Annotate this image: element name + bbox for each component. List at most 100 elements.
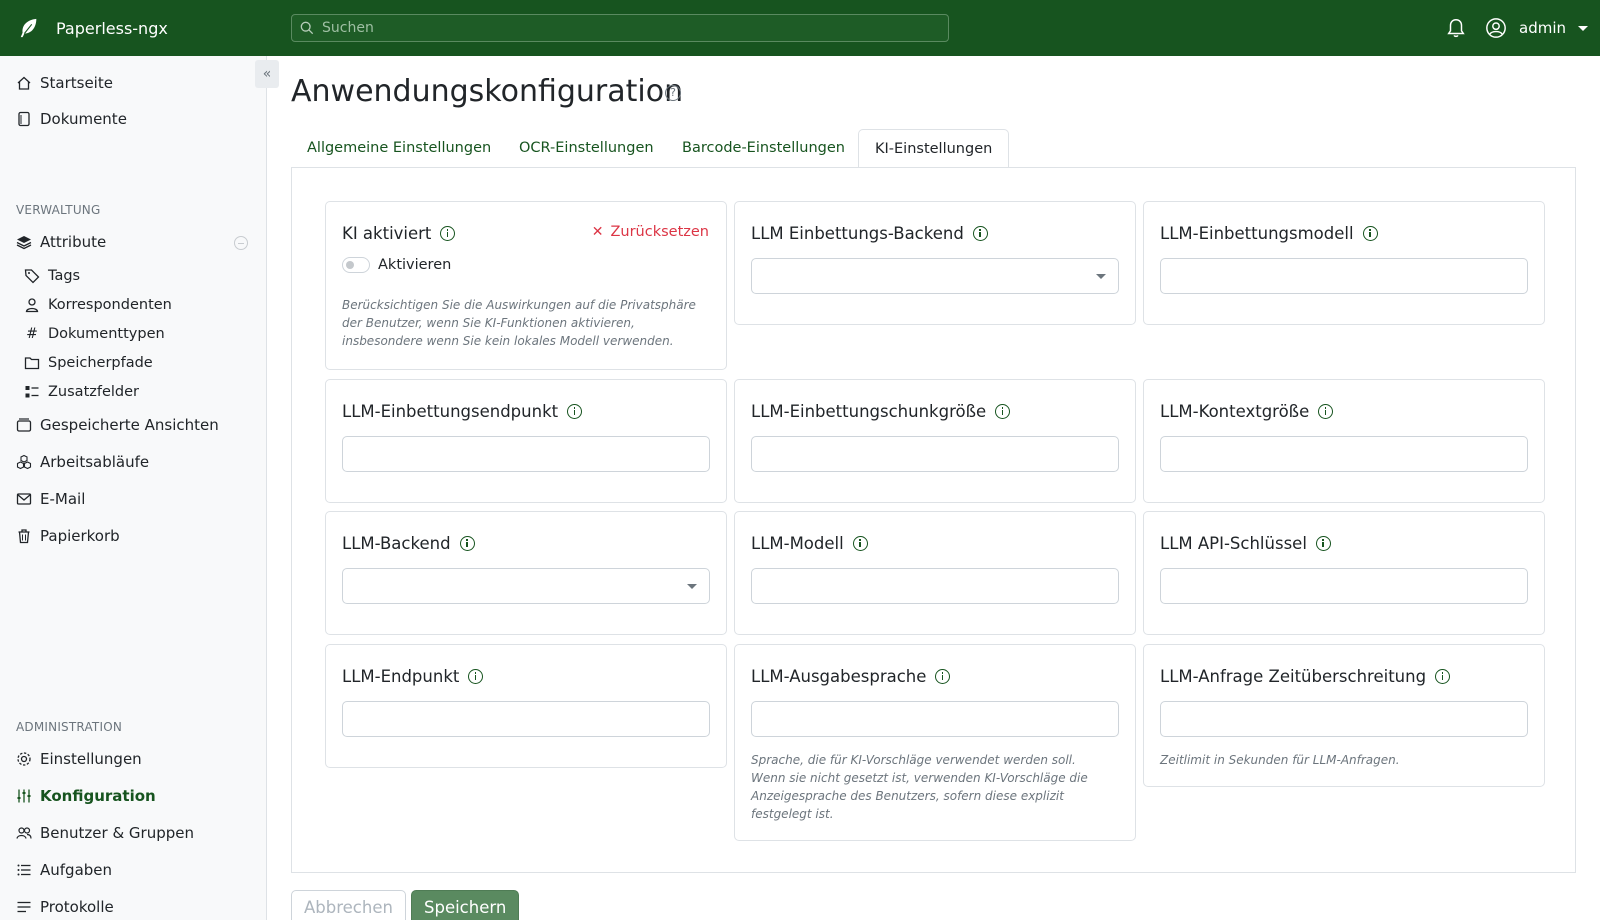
embedding-endpoint-input[interactable]	[342, 436, 710, 472]
info-icon[interactable]	[1435, 669, 1451, 684]
info-icon[interactable]	[972, 226, 988, 241]
tab-ocr[interactable]: OCR-Einstellungen	[503, 129, 670, 168]
setting-hint: Sprache, die für KI-Vorschläge verwendet…	[751, 753, 1088, 821]
embedding-backend-select[interactable]	[751, 258, 1119, 294]
reset-button[interactable]: ✕ Zurücksetzen	[592, 224, 709, 240]
sidebar-item-custom-fields[interactable]: Zusatzfelder	[24, 381, 139, 403]
tag-icon	[24, 269, 40, 284]
sidebar-item-label: Korrespondenten	[48, 297, 172, 313]
user-menu[interactable]: admin	[1485, 17, 1588, 39]
list-task-icon	[17, 864, 31, 876]
people-icon	[16, 827, 32, 839]
llm-endpoint-input[interactable]	[342, 701, 710, 737]
chevron-down-icon	[1578, 25, 1588, 31]
sidebar-item-label: E-Mail	[40, 490, 86, 508]
search-box[interactable]	[291, 14, 949, 42]
app-name: Paperless-ngx	[56, 18, 168, 38]
sidebar-item-label: Papierkorb	[40, 527, 120, 545]
sidebar-item-workflows[interactable]: Arbeitsabläufe	[16, 451, 149, 473]
info-icon[interactable]	[440, 226, 456, 241]
sidebar-item-trash[interactable]: Papierkorb	[16, 525, 120, 547]
setting-embedding-endpoint: LLM-Einbettungsendpunkt	[325, 379, 727, 503]
setting-label: LLM-Einbettungschunkgröße	[751, 402, 1011, 421]
sidebar-item-document-types[interactable]: # Dokumenttypen	[24, 323, 165, 345]
info-icon[interactable]	[852, 536, 868, 551]
embedding-chunk-size-input[interactable]	[751, 436, 1119, 472]
sidebar-item-label: Einstellungen	[40, 750, 142, 768]
info-icon[interactable]	[995, 404, 1011, 419]
tab-barcode[interactable]: Barcode-Einstellungen	[666, 129, 861, 168]
setting-label: LLM-Endpunkt	[342, 667, 484, 686]
info-icon[interactable]	[1362, 226, 1378, 241]
info-icon[interactable]	[1315, 536, 1331, 551]
sidebar-item-logs[interactable]: Protokolle	[16, 896, 114, 918]
sidebar-item-label: Protokolle	[40, 898, 114, 916]
setting-label: LLM-Anfrage Zeitüberschreitung	[1160, 667, 1451, 686]
setting-label: LLM API-Schlüssel	[1160, 534, 1331, 553]
sidebar-item-correspondents[interactable]: Korrespondenten	[24, 294, 172, 316]
save-button[interactable]: Speichern	[411, 890, 520, 920]
setting-label: KI aktiviert	[342, 224, 456, 243]
setting-llm-backend: LLM-Backend	[325, 511, 727, 635]
info-icon[interactable]	[468, 669, 484, 684]
sidebar-item-configuration[interactable]: Konfiguration	[16, 785, 156, 807]
sidebar-item-saved-views[interactable]: Gespeicherte Ansichten	[16, 414, 219, 436]
brand[interactable]: Paperless-ngx	[0, 0, 291, 56]
person-icon	[25, 298, 39, 313]
tab-ai[interactable]: KI-Einstellungen	[858, 129, 1010, 168]
sidebar-item-mail[interactable]: E-Mail	[16, 488, 85, 510]
info-icon[interactable]	[935, 669, 951, 684]
setting-label: LLM-Kontextgröße	[1160, 402, 1334, 421]
info-icon[interactable]	[459, 536, 475, 551]
gear-icon	[17, 752, 31, 766]
sidebar-item-users-groups[interactable]: Benutzer & Gruppen	[16, 822, 194, 844]
sidebar-item-attributes[interactable]: Attribute	[16, 231, 106, 253]
cancel-button[interactable]: Abbrechen	[291, 890, 406, 920]
embedding-model-input[interactable]	[1160, 258, 1528, 294]
info-icon[interactable]	[567, 404, 583, 419]
ai-toggle[interactable]: Aktivieren	[342, 257, 451, 273]
bell-icon[interactable]	[1445, 17, 1467, 39]
collapse-sidebar-button[interactable]: «	[255, 60, 279, 88]
sidebar-item-documents[interactable]: Dokumente	[16, 108, 127, 130]
sidebar-item-label: Arbeitsabläufe	[40, 453, 150, 471]
llm-backend-select[interactable]	[342, 568, 710, 604]
toggle-switch[interactable]	[342, 257, 370, 273]
sidebar-item-label: Startseite	[40, 74, 113, 92]
output-language-input[interactable]	[751, 701, 1119, 737]
sidebar-item-home[interactable]: Startseite	[16, 72, 113, 94]
page-title: Anwendungskonfiguration	[291, 74, 684, 109]
house-icon	[17, 76, 31, 90]
sidebar-item-tags[interactable]: Tags	[24, 265, 80, 287]
x-icon: ✕	[591, 224, 604, 240]
sidebar-item-tasks[interactable]: Aufgaben	[16, 859, 112, 881]
setting-embedding-model: LLM-Einbettungsmodell	[1143, 201, 1545, 325]
tab-general[interactable]: Allgemeine Einstellungen	[291, 129, 507, 168]
sidebar-item-settings[interactable]: Einstellungen	[16, 748, 142, 770]
llm-api-key-input[interactable]	[1160, 568, 1528, 604]
boxes-icon	[16, 454, 32, 470]
ui-checks-icon	[25, 386, 39, 398]
caret-down-icon	[687, 584, 697, 589]
sidebar-item-storage-paths[interactable]: Speicherpfade	[24, 352, 153, 374]
search-icon	[300, 21, 314, 35]
layers-icon	[16, 236, 32, 250]
user-avatar-icon	[1486, 18, 1506, 38]
leaf-logo-icon	[20, 18, 37, 38]
setting-llm-request-timeout: LLM-Anfrage Zeitüberschreitung Zeitlimit…	[1143, 644, 1545, 787]
setting-llm-output-language: LLM-Ausgabesprache Sprache, die für KI-V…	[734, 644, 1136, 841]
request-timeout-input[interactable]	[1160, 701, 1528, 737]
info-icon[interactable]	[1318, 404, 1334, 419]
sidebar-item-label: Konfiguration	[40, 787, 156, 805]
setting-llm-endpoint: LLM-Endpunkt	[325, 644, 727, 768]
search-input[interactable]	[322, 20, 922, 36]
context-size-input[interactable]	[1160, 436, 1528, 472]
text-lines-icon	[17, 901, 31, 913]
question-circle-icon[interactable]: ?	[665, 85, 681, 101]
setting-hint: Berücksichtigen Sie die Auswirkungen auf…	[342, 298, 696, 348]
llm-model-input[interactable]	[751, 568, 1119, 604]
sidebar-item-label: Zusatzfelder	[48, 384, 140, 400]
double-chevron-left-icon: «	[262, 66, 272, 82]
setting-label: LLM-Ausgabesprache	[751, 667, 951, 686]
collapse-group-icon[interactable]	[234, 236, 248, 250]
